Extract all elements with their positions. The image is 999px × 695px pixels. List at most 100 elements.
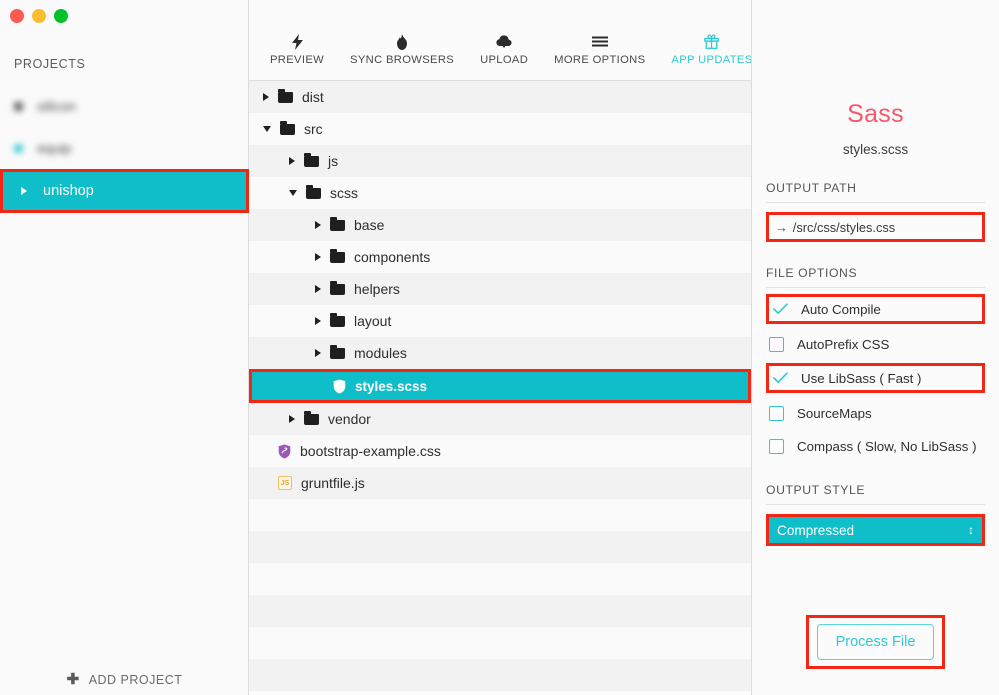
file-option-label: Use LibSass ( Fast ) <box>801 371 921 386</box>
toolbar-left-group: PREVIEW SYNC BROWSERS UPLOAD <box>249 0 658 66</box>
chevron-right-icon[interactable] <box>263 93 269 101</box>
project-item-2[interactable]: equip <box>0 127 249 169</box>
arrow-right-icon: → <box>775 220 788 235</box>
project-bullet-icon <box>14 144 23 153</box>
file-options-list: Auto Compile AutoPrefix CSS Use LibSass ( … <box>766 294 985 459</box>
project-item-1[interactable]: silicon <box>0 85 249 127</box>
project-item-unishop[interactable]: unishop <box>0 169 249 213</box>
output-style-select[interactable]: Compressed ↕ <box>766 514 985 546</box>
triangle-right-icon <box>21 187 27 195</box>
output-path-field[interactable]: → /src/css/styles.css <box>766 212 985 242</box>
file-option-label: Auto Compile <box>801 302 881 317</box>
tree-row-label: helpers <box>354 281 400 297</box>
chevron-right-icon[interactable] <box>315 253 321 261</box>
tree-row[interactable]: layout <box>249 305 751 337</box>
file-option-row[interactable]: SourceMaps <box>766 400 985 426</box>
tree-row[interactable]: modules <box>249 337 751 369</box>
plus-icon: ✚ <box>67 672 80 687</box>
checkbox-empty-icon[interactable] <box>769 406 784 421</box>
tree-row-label: components <box>354 249 430 265</box>
tree-row[interactable]: src <box>249 113 751 145</box>
top-toolbar: PREVIEW SYNC BROWSERS UPLOAD <box>249 0 751 81</box>
chevron-right-icon[interactable] <box>315 221 321 229</box>
toolbar-button-preview[interactable]: PREVIEW <box>257 32 337 66</box>
tree-row[interactable]: base <box>249 209 751 241</box>
projects-list: silicon equip unishop <box>0 85 249 213</box>
tree-row[interactable]: scss <box>249 177 751 209</box>
projects-sidebar: PROJECTS silicon equip unishop ✚ ADD PRO… <box>0 0 249 695</box>
tree-row-empty <box>249 659 751 691</box>
chevron-updown-icon: ↕ <box>968 524 974 536</box>
file-option-row[interactable]: AutoPrefix CSS <box>766 331 985 357</box>
tree-row-label: styles.scss <box>355 379 427 394</box>
file-option-row[interactable]: Use LibSass ( Fast ) <box>766 363 985 393</box>
tree-row[interactable]: JSgruntfile.js <box>249 467 751 499</box>
checkmark-icon[interactable] <box>773 371 788 386</box>
close-window-button[interactable] <box>10 9 24 23</box>
tree-row-label: bootstrap-example.css <box>300 443 441 459</box>
tree-row-label: scss <box>330 185 358 201</box>
file-option-row[interactable]: Auto Compile <box>766 294 985 324</box>
tree-row-empty <box>249 499 751 531</box>
tree-row-label: layout <box>354 313 391 329</box>
project-label: equip <box>37 140 71 156</box>
projects-header: PROJECTS <box>14 57 85 71</box>
tree-row[interactable]: vendor <box>249 403 751 435</box>
add-project-button[interactable]: ✚ ADD PROJECT <box>0 672 249 687</box>
sass-file-icon <box>333 379 346 394</box>
app-window: PROJECTS silicon equip unishop ✚ ADD PRO… <box>0 0 999 695</box>
tree-row-label: src <box>304 121 323 137</box>
file-tree[interactable]: dist srcjs scss base components helpers layout… <box>249 81 751 695</box>
hamburger-icon <box>592 32 608 51</box>
toolbar-label: MORE OPTIONS <box>554 54 645 66</box>
chevron-right-icon[interactable] <box>315 349 321 357</box>
process-file-area: Process File <box>752 615 999 669</box>
tree-row-label: modules <box>354 345 407 361</box>
folder-icon <box>306 188 321 199</box>
toolbar-button-upload[interactable]: UPLOAD <box>467 32 541 66</box>
tree-row-empty <box>249 563 751 595</box>
sass-file-icon <box>278 444 291 459</box>
cloud-upload-icon <box>496 32 512 51</box>
chevron-down-icon[interactable] <box>263 126 271 132</box>
project-label: unishop <box>43 183 94 199</box>
toolbar-button-app-updates[interactable]: APP UPDATES <box>658 32 765 66</box>
add-project-label: ADD PROJECT <box>89 673 183 687</box>
file-option-label: SourceMaps <box>797 406 872 421</box>
chevron-down-icon[interactable] <box>289 190 297 196</box>
tree-row[interactable]: styles.scss <box>249 369 751 403</box>
chevron-right-icon[interactable] <box>315 317 321 325</box>
tree-row[interactable]: js <box>249 145 751 177</box>
toolbar-label: SYNC BROWSERS <box>350 54 454 66</box>
file-option-row[interactable]: Compass ( Slow, No LibSass ) <box>766 433 985 459</box>
folder-icon <box>330 284 345 295</box>
tree-row-empty <box>249 595 751 627</box>
checkbox-empty-icon[interactable] <box>769 337 784 352</box>
tree-row[interactable]: helpers <box>249 273 751 305</box>
tree-row-empty <box>249 531 751 563</box>
minimize-window-button[interactable] <box>32 9 46 23</box>
checkbox-empty-icon[interactable] <box>769 439 784 454</box>
output-path-value: /src/css/styles.css <box>793 220 895 235</box>
chevron-right-icon[interactable] <box>315 285 321 293</box>
checkmark-icon[interactable] <box>773 302 788 317</box>
tree-row-label: dist <box>302 89 324 105</box>
tree-row[interactable]: bootstrap-example.css <box>249 435 751 467</box>
toolbar-button-sync-browsers[interactable]: SYNC BROWSERS <box>337 32 467 66</box>
process-file-button[interactable]: Process File <box>817 624 935 660</box>
toolbar-label: APP UPDATES <box>671 54 752 66</box>
tree-row[interactable]: components <box>249 241 751 273</box>
tree-row-label: js <box>328 153 338 169</box>
process-file-highlight: Process File <box>806 615 946 669</box>
output-style-value: Compressed <box>777 523 854 538</box>
file-settings-panel: Sass styles.scss OUTPUT PATH → /src/css/… <box>751 0 999 695</box>
chevron-right-icon[interactable] <box>289 415 295 423</box>
tree-row-label: vendor <box>328 411 371 427</box>
file-option-label: Compass ( Slow, No LibSass ) <box>797 439 977 454</box>
tree-row-label: gruntfile.js <box>301 475 365 491</box>
toolbar-button-more-options[interactable]: MORE OPTIONS <box>541 32 658 66</box>
tree-row[interactable]: dist <box>249 81 751 113</box>
chevron-right-icon[interactable] <box>289 157 295 165</box>
maximize-window-button[interactable] <box>54 9 68 23</box>
project-bullet-icon <box>14 102 23 111</box>
